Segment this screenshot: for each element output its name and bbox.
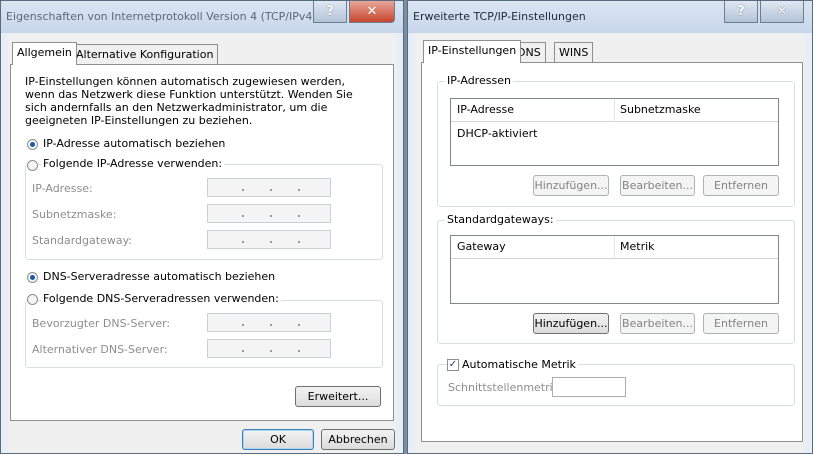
ip-remove-button[interactable]: Entfernen (703, 175, 779, 196)
dialog-body: Allgemein Alternative Konfiguration IP-E… (8, 33, 396, 453)
dns-pref-input[interactable] (207, 313, 331, 332)
tab-panel-allgemein: IP-Einstellungen können automatisch zuge… (10, 64, 394, 421)
dns-pref-label: Bevorzugter DNS-Server: (32, 317, 171, 330)
gateway-input[interactable] (207, 230, 331, 249)
ip-auto-label: IP-Adresse automatisch beziehen (43, 137, 226, 150)
dns-auto-label: DNS-Serveradresse automatisch beziehen (43, 270, 276, 283)
window-title: Eigenschaften von Internetprotokoll Vers… (6, 10, 317, 23)
close-icon[interactable]: ✕ (760, 1, 804, 23)
ip-manual-radio[interactable] (27, 160, 38, 171)
list-header: IP-Adresse Subnetzmaske (451, 99, 778, 122)
window-title: Erweiterte TCP/IP-Einstellungen (413, 10, 586, 23)
subnet-label: Subnetzmaske: (32, 208, 117, 221)
advanced-button[interactable]: Erweitert... (295, 386, 381, 407)
auto-metric-label: Automatische Metrik (460, 358, 578, 371)
dns-manual-radio[interactable] (27, 294, 38, 305)
ip-manual-label: Folgende IP-Adresse verwenden: (41, 157, 225, 170)
tab-wins[interactable]: WINS (554, 42, 594, 62)
column-header-subnet[interactable]: Subnetzmaske (620, 103, 701, 116)
list-item[interactable]: DHCP-aktiviert (457, 127, 537, 140)
ok-button[interactable]: OK (242, 429, 314, 450)
help-icon[interactable]: ? (313, 1, 347, 23)
cancel-button[interactable]: Abbrechen (321, 429, 395, 450)
dialog-body: IP-Einstellungen DNS WINS IP-Adressen IP… (415, 33, 805, 453)
ip-add-button[interactable]: Hinzufügen... (533, 175, 609, 196)
ip-auto-radio[interactable] (27, 139, 38, 150)
ip-address-input[interactable] (207, 178, 331, 197)
title-bar[interactable]: Eigenschaften von Internetprotokoll Vers… (1, 1, 403, 33)
tab-panel-ip-einstellungen: IP-Adressen IP-Adresse Subnetzmaske DHCP… (421, 62, 803, 442)
description-text: IP-Einstellungen können automatisch zuge… (25, 75, 353, 127)
list-header: Gateway Metrik (451, 236, 778, 259)
gw-remove-button[interactable]: Entfernen (703, 313, 779, 334)
interface-metric-label: Schnittstellenmetrik: (448, 381, 563, 394)
close-icon[interactable]: ✕ (349, 1, 395, 23)
column-header-ip[interactable]: IP-Adresse (457, 103, 514, 116)
gateway-list[interactable]: Gateway Metrik (450, 235, 779, 304)
auto-metric-checkbox[interactable]: ✓ (447, 359, 459, 371)
ipv4-properties-window: Eigenschaften von Internetprotokoll Vers… (0, 0, 404, 454)
tab-ip-einstellungen[interactable]: IP-Einstellungen (423, 40, 522, 63)
dns-auto-radio[interactable] (27, 272, 38, 283)
tab-alternative-konfiguration[interactable]: Alternative Konfiguration (71, 44, 219, 64)
help-icon[interactable]: ? (724, 1, 758, 23)
ip-address-list[interactable]: IP-Adresse Subnetzmaske DHCP-aktiviert (450, 98, 779, 166)
dns-alt-input[interactable] (207, 339, 331, 358)
advanced-tcpip-window: Erweiterte TCP/IP-Einstellungen ? ✕ IP-E… (407, 0, 813, 454)
column-header-gateway[interactable]: Gateway (457, 240, 506, 253)
interface-metric-input[interactable] (552, 377, 626, 397)
ip-addresses-group-label: IP-Adressen (445, 74, 513, 87)
column-header-metric[interactable]: Metrik (620, 240, 655, 253)
gw-edit-button[interactable]: Bearbeiten... (620, 313, 695, 334)
ip-address-label: IP-Adresse: (32, 182, 93, 195)
subnet-input[interactable] (207, 204, 331, 223)
dns-alt-label: Alternativer DNS-Server: (32, 343, 168, 356)
dns-manual-label: Folgende DNS-Serveradressen verwenden: (41, 292, 281, 305)
tab-allgemein[interactable]: Allgemein (12, 42, 77, 65)
ip-edit-button[interactable]: Bearbeiten... (620, 175, 695, 196)
gateway-label: Standardgateway: (32, 234, 132, 247)
gw-add-button[interactable]: Hinzufügen... (533, 313, 609, 334)
title-bar[interactable]: Erweiterte TCP/IP-Einstellungen ? ✕ (408, 1, 812, 33)
gateways-group-label: Standardgateways: (445, 213, 556, 226)
